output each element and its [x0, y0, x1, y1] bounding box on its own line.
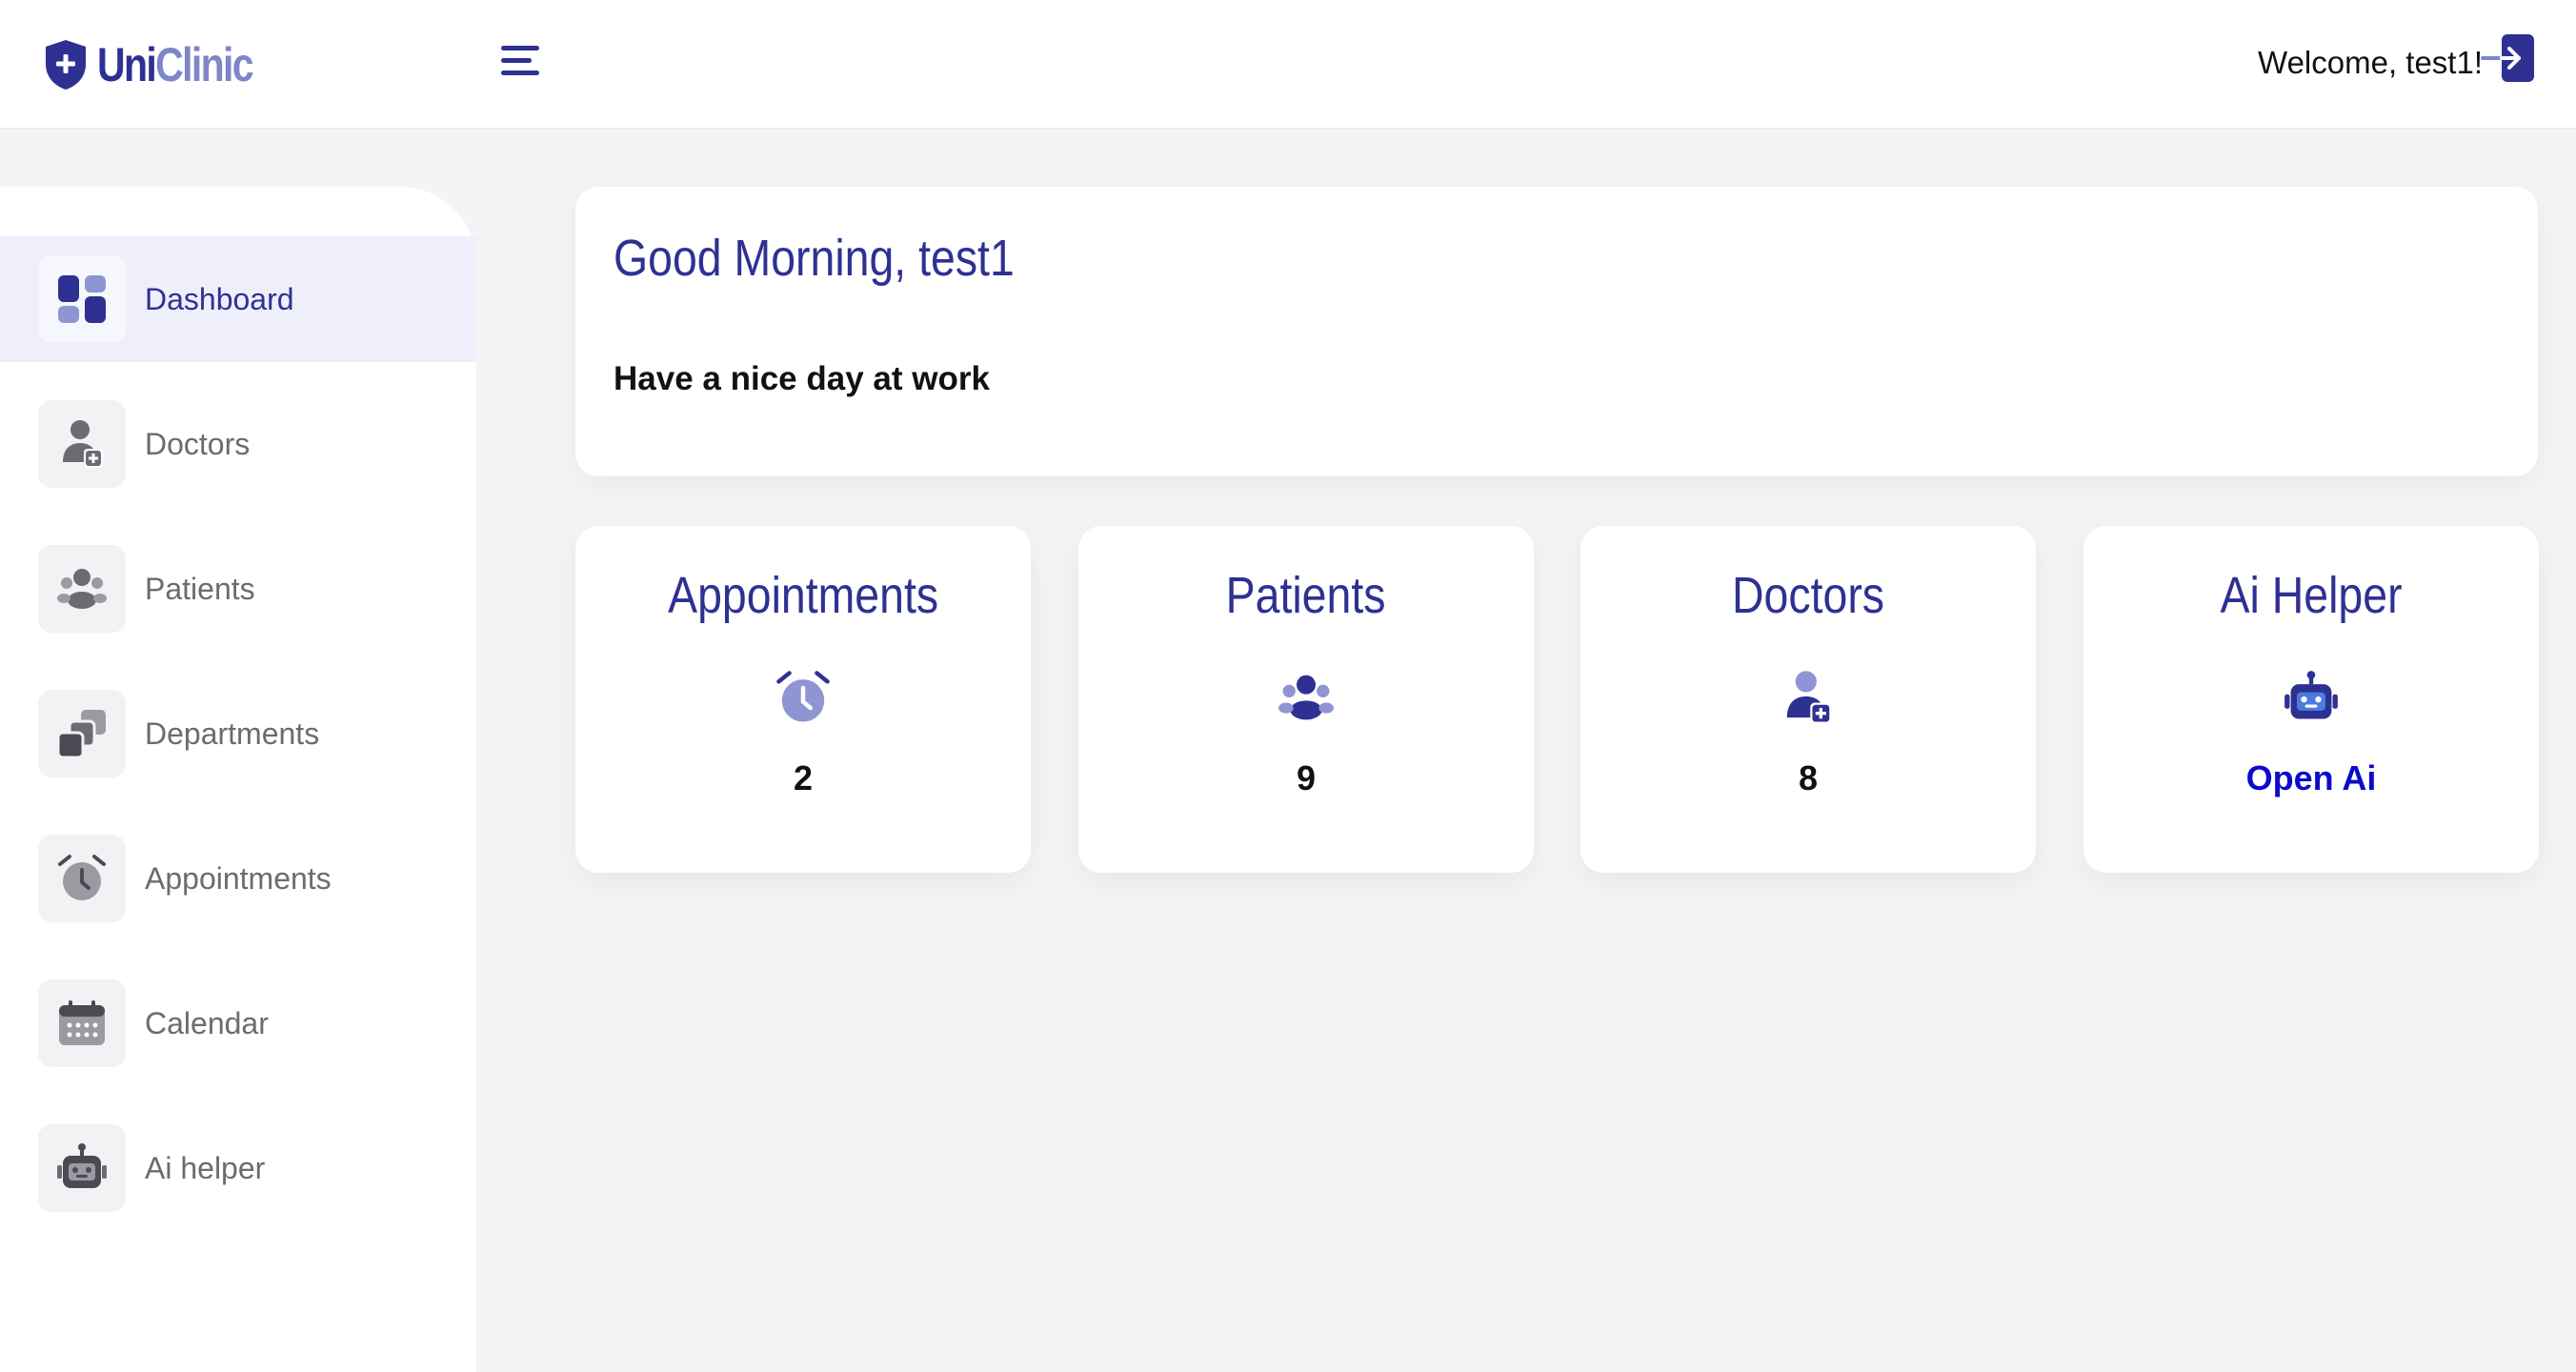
stat-title: Ai Helper	[2083, 566, 2539, 625]
doctor-icon	[1786, 671, 1832, 724]
sidebar-item-dashboard[interactable]: Dashboard	[0, 236, 476, 362]
sidebar: Dashboard Doctors Patients Departments A…	[0, 187, 476, 1372]
stat-title-text: Ai Helper	[2220, 567, 2403, 624]
stat-value: 9	[1296, 758, 1317, 797]
sidebar-item-ai-helper[interactable]: Ai helper	[0, 1105, 476, 1231]
hamburger-menu-button[interactable]	[497, 42, 543, 80]
sidebar-item-appointments[interactable]: Appointments	[0, 816, 476, 941]
sidebar-item-label: Calendar	[145, 1005, 269, 1040]
sidebar-item-label: Patients	[145, 571, 255, 606]
sidebar-icon-box	[38, 1124, 126, 1212]
robot-icon	[2284, 671, 2338, 719]
sidebar-item-departments[interactable]: Departments	[0, 671, 476, 797]
sidebar-item-label: Doctors	[145, 426, 251, 461]
stat-title: Appointments	[575, 566, 1031, 625]
sidebar-item-label: Dashboard	[145, 281, 294, 316]
welcome-text: Welcome, test1!	[2258, 45, 2483, 80]
calendar-icon	[59, 1000, 105, 1045]
sidebar-item-doctors[interactable]: Doctors	[0, 381, 476, 507]
stat-title-text: Appointments	[668, 567, 938, 624]
alarm-clock-icon	[58, 855, 106, 900]
logo-text-uni: Uni	[97, 38, 157, 91]
logo-text-clinic: Clinic	[155, 38, 253, 91]
sidebar-item-calendar[interactable]: Calendar	[0, 960, 476, 1086]
logout-button[interactable]	[2481, 32, 2536, 84]
sidebar-item-label: Appointments	[145, 860, 332, 896]
greeting-subtitle: Have a nice day at work	[614, 360, 990, 397]
logo[interactable]: UniClinic	[42, 34, 287, 95]
hamburger-icon	[501, 46, 539, 75]
stat-value: 2	[793, 758, 814, 797]
patients-icon	[57, 569, 107, 609]
stat-card-patients[interactable]: Patients 9	[1078, 526, 1534, 873]
sidebar-icon-box	[38, 255, 126, 343]
robot-icon	[57, 1143, 107, 1188]
sidebar-item-patients[interactable]: Patients	[0, 526, 476, 652]
stat-title: Doctors	[1580, 566, 2036, 625]
logo-text: UniClinic	[97, 37, 254, 92]
stat-card-ai-helper[interactable]: Ai Helper Open Ai	[2083, 526, 2539, 873]
logout-icon	[2481, 34, 2534, 82]
sidebar-icon-box	[38, 979, 126, 1067]
shield-plus-icon	[46, 40, 86, 90]
stat-card-appointments[interactable]: Appointments 2	[575, 526, 1031, 873]
stat-value: 8	[1798, 758, 1819, 797]
departments-icon	[56, 710, 106, 759]
patients-icon	[1278, 675, 1334, 720]
sidebar-item-label: Ai helper	[145, 1150, 266, 1185]
open-ai-link[interactable]: Open Ai	[2083, 758, 2539, 798]
top-header: UniClinic Welcome, test1!	[0, 0, 2576, 130]
stat-title-text: Doctors	[1731, 567, 1884, 624]
alarm-clock-icon	[776, 671, 830, 722]
dashboard-icon	[58, 275, 106, 323]
greeting-card: Good Morning, test1 Have a nice day at w…	[575, 187, 2538, 476]
stat-title-text: Patients	[1226, 567, 1386, 624]
stat-title: Patients	[1078, 566, 1534, 625]
greeting-title: Good Morning, test1	[614, 230, 1015, 287]
sidebar-icon-box	[38, 690, 126, 777]
doctor-icon	[63, 420, 103, 468]
sidebar-icon-box	[38, 835, 126, 922]
sidebar-icon-box	[38, 400, 126, 488]
stat-card-doctors[interactable]: Doctors 8	[1580, 526, 2036, 873]
sidebar-item-label: Departments	[145, 716, 320, 751]
sidebar-icon-box	[38, 545, 126, 633]
